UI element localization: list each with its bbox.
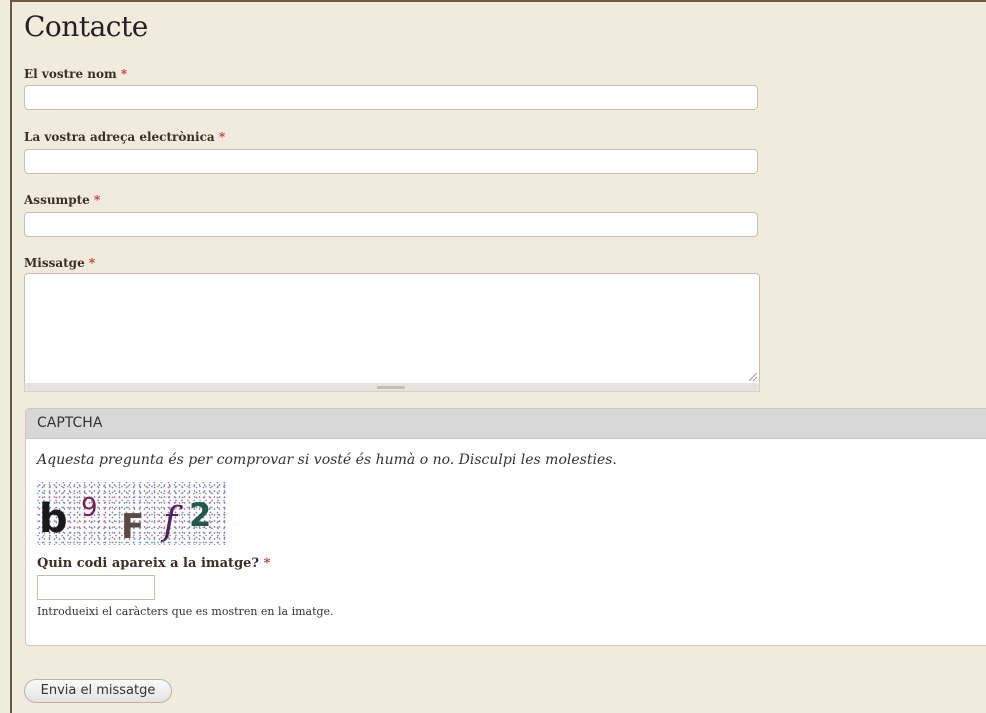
- required-marker: *: [120, 67, 128, 81]
- captcha-char-1: b: [39, 496, 68, 542]
- captcha-char-3: F: [121, 507, 144, 545]
- message-textarea[interactable]: [24, 273, 760, 384]
- message-label: Missatge *: [24, 256, 95, 270]
- subject-label-text: Assumpte: [24, 193, 90, 207]
- captcha-question-text: Quin codi apareix a la imatge?: [37, 556, 260, 571]
- resize-corner-icon[interactable]: [749, 373, 757, 381]
- captcha-fieldset: CAPTCHA Aquesta pregunta és per comprova…: [25, 408, 986, 646]
- required-marker: *: [263, 556, 271, 571]
- captcha-char-5: 2: [189, 496, 211, 534]
- name-label: El vostre nom *: [24, 67, 127, 81]
- submit-button[interactable]: Envia el missatge: [24, 679, 172, 703]
- page-frame-top: [10, 0, 986, 2]
- required-marker: *: [88, 256, 96, 270]
- page-frame-left: [10, 0, 12, 713]
- subject-label: Assumpte *: [24, 193, 100, 207]
- grip-icon: [377, 386, 405, 389]
- message-label-text: Missatge: [24, 256, 85, 270]
- name-label-text: El vostre nom: [24, 67, 117, 81]
- email-label-text: La vostra adreça electrònica: [24, 130, 215, 144]
- captcha-char-2: 9: [81, 493, 98, 523]
- captcha-answer-input[interactable]: [37, 575, 155, 600]
- textarea-resize-handle[interactable]: [24, 383, 760, 392]
- name-input[interactable]: [24, 85, 758, 110]
- subject-input[interactable]: [24, 212, 758, 237]
- email-label: La vostra adreça electrònica *: [24, 130, 225, 144]
- captcha-question-label: Quin codi apareix a la imatge? *: [37, 556, 270, 571]
- captcha-description: Aquesta pregunta és per comprovar si vos…: [37, 452, 617, 468]
- captcha-legend: CAPTCHA: [26, 409, 986, 439]
- captcha-image: b 9 F f 2: [37, 482, 226, 547]
- captcha-help-text: Introdueixi el caràcters que es mostren …: [37, 605, 334, 618]
- captcha-char-4: f: [160, 499, 183, 543]
- captcha-glyphs: b 9 F f 2: [39, 493, 211, 547]
- page-title: Contacte: [24, 10, 148, 43]
- required-marker: *: [218, 130, 226, 144]
- email-input[interactable]: [24, 149, 758, 174]
- required-marker: *: [94, 193, 101, 207]
